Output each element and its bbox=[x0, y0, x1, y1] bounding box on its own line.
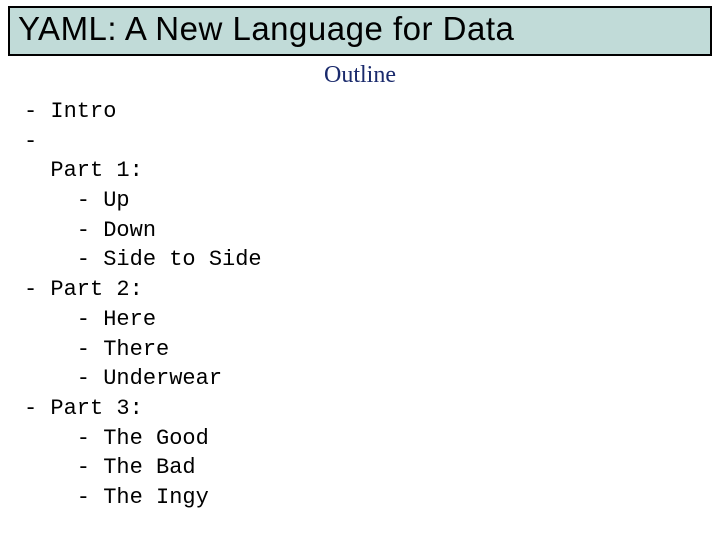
outline-code: - Intro - Part 1: - Up - Down - Side to … bbox=[24, 97, 696, 513]
title-bar: YAML: A New Language for Data bbox=[8, 6, 712, 56]
subtitle: Outline bbox=[0, 62, 720, 89]
page-title: YAML: A New Language for Data bbox=[18, 10, 702, 48]
